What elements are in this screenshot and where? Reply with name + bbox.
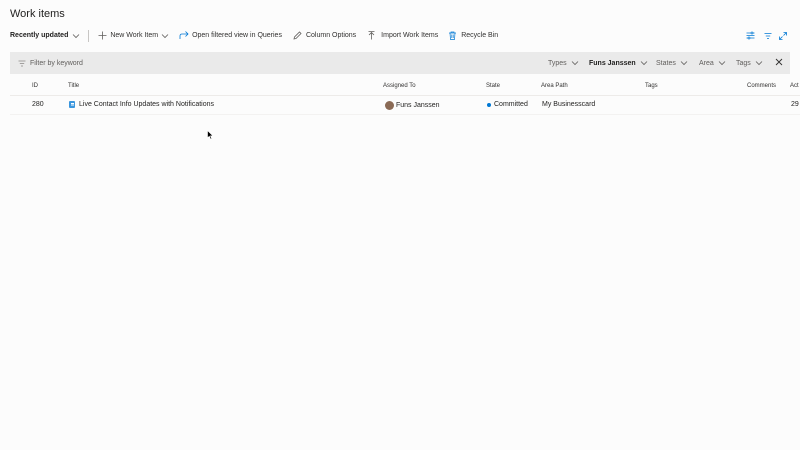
assigned-to-filter[interactable]: Funs Janssen: [589, 52, 648, 74]
column-header-assigned-to[interactable]: Assigned To: [383, 83, 416, 89]
page-title: Work items: [10, 8, 65, 20]
chevron-down-icon: [571, 61, 578, 66]
new-work-item-label: New Work Item: [110, 32, 159, 39]
tags-filter[interactable]: Tags: [736, 52, 763, 74]
trash-icon: [449, 31, 457, 40]
chevron-down-icon: [718, 61, 726, 66]
toolbar: Recently updated New Work Item Open filt…: [10, 28, 498, 43]
column-options-label: Column Options: [305, 32, 357, 39]
types-filter[interactable]: Types: [548, 52, 579, 74]
chevron-down-icon: [161, 33, 169, 38]
column-header-activity[interactable]: Act: [790, 83, 799, 89]
tags-filter-label: Tags: [736, 59, 751, 67]
close-icon: [775, 58, 783, 66]
assigned-to-filter-label: Funs Janssen: [589, 59, 636, 67]
filter-icon: [18, 60, 26, 66]
types-filter-label: Types: [548, 59, 567, 67]
expand-icon: [779, 31, 787, 40]
filter-toggle-button[interactable]: [764, 30, 772, 41]
backlog-item-icon: [69, 101, 75, 108]
upload-icon: [368, 31, 375, 40]
import-work-items-button[interactable]: Import Work Items: [367, 28, 438, 43]
chevron-down-icon: [640, 61, 647, 66]
chevron-down-icon: [73, 33, 80, 38]
clear-filters-button[interactable]: [775, 58, 783, 68]
filter-icon: [764, 32, 772, 39]
column-header-title[interactable]: Title: [68, 83, 79, 89]
work-item-title: Live Contact Info Updates with Notificat…: [79, 101, 215, 108]
row-divider: [10, 114, 800, 115]
states-filter[interactable]: States: [656, 52, 688, 74]
state-indicator-icon: [487, 102, 491, 107]
view-options-icon: [746, 31, 755, 40]
column-header-comments[interactable]: Comments: [747, 83, 776, 89]
assigned-to-name: Funs Janssen: [396, 102, 440, 109]
chevron-down-icon: [755, 61, 763, 66]
recycle-bin-button[interactable]: Recycle Bin: [448, 28, 498, 43]
fullscreen-button[interactable]: [779, 30, 787, 41]
plus-icon: [98, 31, 107, 40]
view-selector-dropdown[interactable]: Recently updated: [10, 28, 80, 43]
share-arrow-icon: [179, 31, 189, 39]
work-item-id: 280: [32, 101, 44, 108]
column-header-id[interactable]: ID: [32, 83, 38, 89]
work-item-title-cell[interactable]: Live Contact Info Updates with Notificat…: [69, 101, 214, 108]
activity-date: 29: [791, 101, 799, 108]
new-work-item-button[interactable]: New Work Item: [98, 28, 169, 43]
import-work-items-label: Import Work Items: [381, 32, 439, 39]
assigned-to-cell: Funs Janssen: [385, 101, 440, 110]
state-cell: Committed: [487, 101, 528, 108]
open-in-queries-label: Open filtered view in Queries: [192, 32, 282, 39]
grid-header-divider: [10, 95, 800, 96]
filter-bar: Filter by keyword Types Funs Janssen Sta…: [10, 52, 790, 74]
mouse-pointer-icon: [207, 130, 214, 140]
chevron-down-icon: [680, 61, 688, 66]
area-filter-label: Area: [699, 59, 714, 67]
keyword-filter[interactable]: Filter by keyword: [18, 52, 83, 74]
view-selector-label: Recently updated: [10, 32, 69, 39]
states-filter-label: States: [656, 59, 676, 67]
pencil-icon: [293, 31, 302, 40]
area-filter[interactable]: Area: [699, 52, 726, 74]
table-row[interactable]: 280 Live Contact Info Updates with Notif…: [10, 97, 800, 114]
recycle-bin-label: Recycle Bin: [461, 32, 499, 39]
column-options-button[interactable]: Column Options: [293, 28, 356, 43]
column-header-state[interactable]: State: [486, 83, 500, 89]
grid-header: ID Title Assigned To State Area Path Tag…: [10, 81, 800, 95]
state-label: Committed: [494, 101, 528, 108]
avatar: [385, 101, 394, 110]
toolbar-divider: [88, 29, 90, 42]
column-header-tags[interactable]: Tags: [645, 83, 658, 89]
keyword-filter-placeholder: Filter by keyword: [30, 59, 83, 67]
column-header-area-path[interactable]: Area Path: [541, 83, 568, 89]
open-in-queries-button[interactable]: Open filtered view in Queries: [179, 28, 282, 43]
area-path: My Businesscard: [542, 101, 596, 108]
view-options-button[interactable]: [746, 30, 755, 41]
